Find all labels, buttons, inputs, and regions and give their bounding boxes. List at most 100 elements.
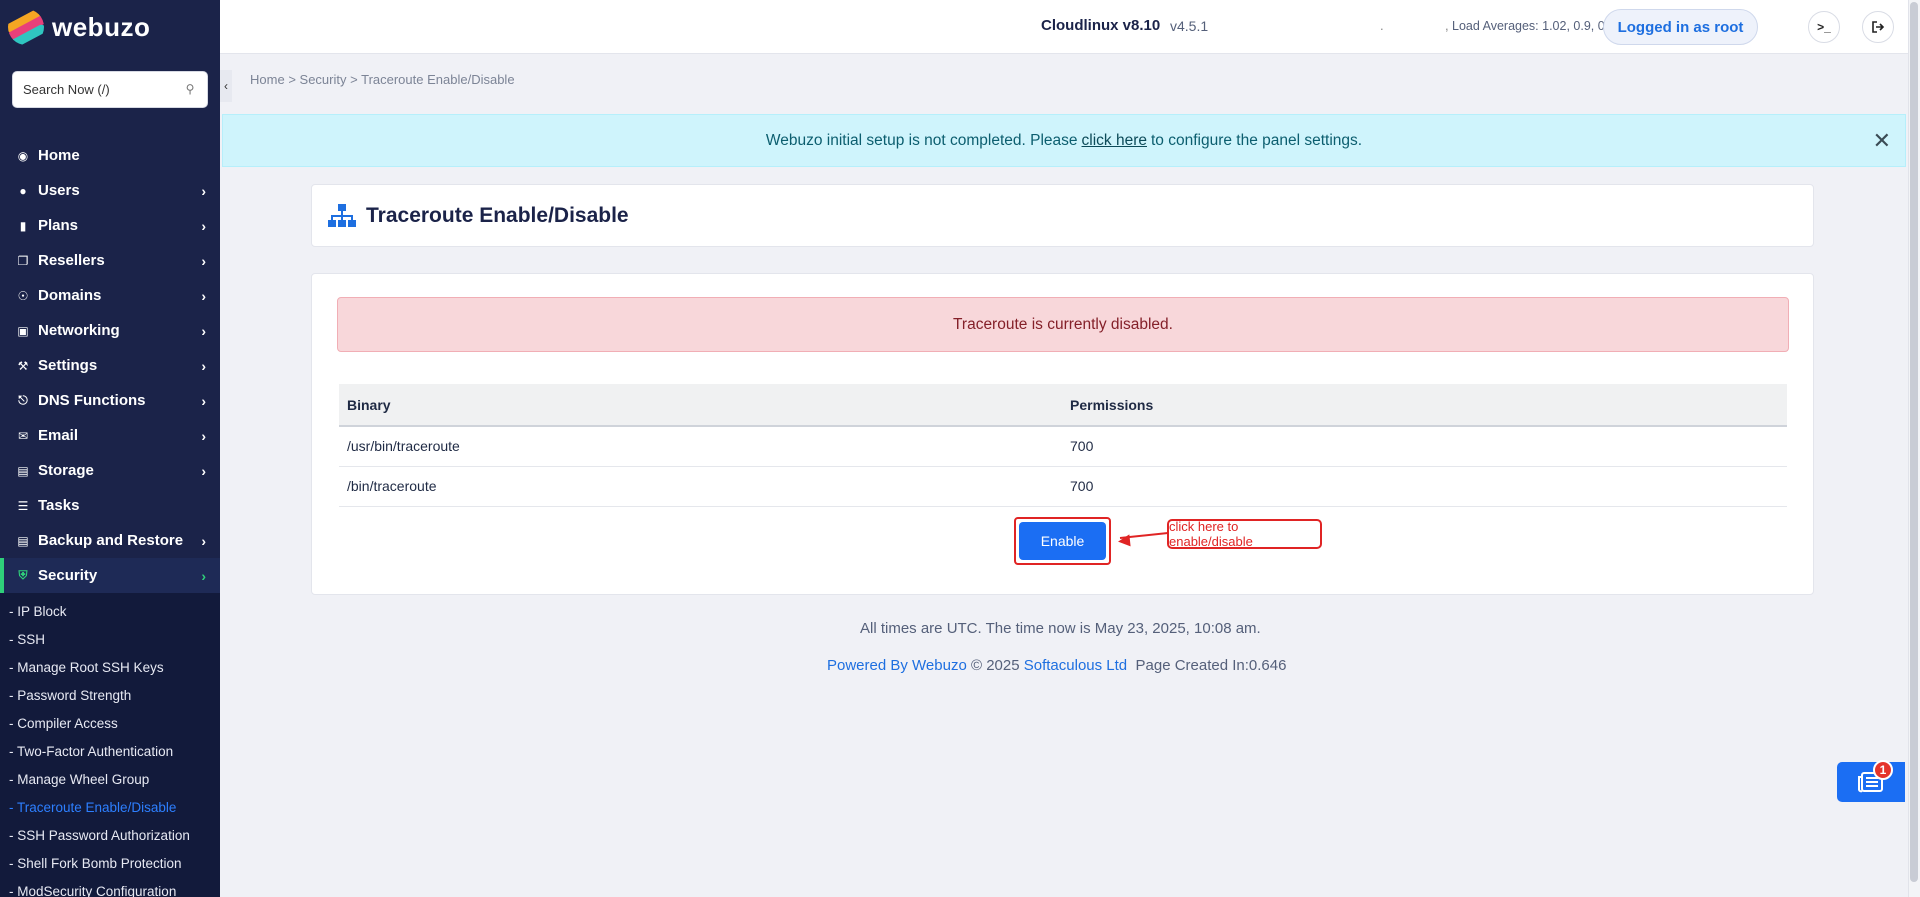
sidebar-item-tasks[interactable]: ☰ Tasks	[0, 488, 220, 523]
sidebar-item-home[interactable]: ◉ Home	[0, 138, 220, 173]
submenu-item-fork-bomb[interactable]: - Shell Fork Bomb Protection	[0, 849, 220, 877]
search-icon[interactable]: ⚲	[183, 82, 197, 98]
submenu-item-password-strength[interactable]: - Password Strength	[0, 681, 220, 709]
chevron-right-icon: ›	[201, 567, 206, 584]
terminal-icon: >_	[1817, 20, 1831, 34]
logged-in-button[interactable]: Logged in as root	[1603, 9, 1758, 45]
topbar: Cloudlinux v8.10 v4.5.1 . , Load Average…	[220, 0, 1920, 54]
sidebar-item-backup-restore[interactable]: ▤ Backup and Restore ›	[0, 523, 220, 558]
chevron-right-icon: ›	[201, 462, 206, 479]
close-icon[interactable]: ✕	[1873, 128, 1891, 154]
sidebar-item-label: Home	[38, 147, 80, 164]
submenu-item-wheel-group[interactable]: - Manage Wheel Group	[0, 765, 220, 793]
sidebar-item-email[interactable]: ✉ Email ›	[0, 418, 220, 453]
submenu-item-traceroute[interactable]: - Traceroute Enable/Disable	[0, 793, 220, 821]
submenu-item-compiler-access[interactable]: - Compiler Access	[0, 709, 220, 737]
scrollbar-thumb[interactable]	[1910, 2, 1918, 882]
breadcrumb-security[interactable]: Security	[300, 72, 347, 87]
sitemap-icon	[328, 203, 356, 227]
copy-icon: ❐	[17, 253, 29, 268]
annotation-label: click here to enable/disable	[1167, 519, 1322, 549]
globe-icon: ☉	[17, 288, 29, 303]
chevron-right-icon: ›	[201, 287, 206, 304]
news-feed-button[interactable]	[1837, 762, 1905, 802]
brand-logo[interactable]: webuzo	[0, 0, 220, 54]
submenu-item-two-factor[interactable]: - Two-Factor Authentication	[0, 737, 220, 765]
breadcrumb-home[interactable]: Home	[250, 72, 285, 87]
status-alert: Traceroute is currently disabled.	[337, 297, 1789, 352]
sidebar-item-plans[interactable]: ▮ Plans ›	[0, 208, 220, 243]
breadcrumb-separator: >	[288, 72, 296, 87]
sidebar-item-label: Security	[38, 567, 98, 584]
page-scrollbar[interactable]	[1908, 0, 1920, 897]
setup-alert-link[interactable]: click here	[1082, 132, 1147, 150]
sidebar-item-label: Users	[38, 182, 80, 199]
sidebar-item-security[interactable]: ⛨ Security ›	[0, 558, 220, 593]
chevron-right-icon: ›	[201, 252, 206, 269]
sidebar-item-label: Domains	[38, 287, 102, 304]
enable-button[interactable]: Enable	[1019, 522, 1106, 560]
submenu-item-modsecurity[interactable]: - ModSecurity Configuration	[0, 877, 220, 897]
sidebar-item-label: Tasks	[38, 497, 80, 514]
traceroute-card: Traceroute is currently disabled. Binary…	[311, 273, 1814, 595]
sidebar-item-label: DNS Functions	[38, 392, 146, 409]
sidebar-item-domains[interactable]: ☉ Domains ›	[0, 278, 220, 313]
envelope-icon: ✉	[17, 428, 29, 443]
load-averages: Load Averages: 1.02, 0.9, 0.82	[1452, 19, 1623, 33]
table-row: /usr/bin/traceroute 700	[339, 426, 1787, 467]
sidebar-nav: ◉ Home ● Users › ▮ Plans › ❐ Resellers ›…	[0, 138, 220, 897]
sidebar-search: ⚲	[0, 54, 220, 126]
sidebar-item-resellers[interactable]: ❐ Resellers ›	[0, 243, 220, 278]
chevron-right-icon: ›	[201, 357, 206, 374]
powered-by-link[interactable]: Powered By Webuzo	[827, 657, 967, 674]
sidebar-item-dns-functions[interactable]: ⎋ DNS Functions ›	[0, 383, 220, 418]
breadcrumb-current: Traceroute Enable/Disable	[361, 72, 515, 87]
sidebar-item-label: Storage	[38, 462, 94, 479]
shield-icon: ⛨	[18, 568, 28, 582]
sidebar-item-users[interactable]: ● Users ›	[0, 173, 220, 208]
submenu-item-root-ssh-keys[interactable]: - Manage Root SSH Keys	[0, 653, 220, 681]
logout-icon	[1872, 21, 1885, 33]
webuzo-logo-icon	[8, 9, 44, 45]
search-box: ⚲	[12, 71, 208, 108]
dashboard-icon: ◉	[17, 148, 29, 163]
chevron-right-icon: ›	[201, 182, 206, 199]
logout-button[interactable]	[1862, 11, 1894, 43]
status-dots: . ,	[1380, 18, 1449, 33]
terminal-button[interactable]: >_	[1808, 11, 1840, 43]
binary-cell: /usr/bin/traceroute	[339, 426, 1062, 467]
submenu-item-ssh-password-auth[interactable]: - SSH Password Authorization	[0, 821, 220, 849]
submenu-item-ssh[interactable]: - SSH	[0, 625, 220, 653]
sidebar: webuzo ⚲ ◉ Home ● Users › ▮ Plans › ❐ Re…	[0, 0, 220, 897]
page-title-card: Traceroute Enable/Disable	[311, 184, 1814, 247]
footer-powered: Powered By Webuzo © 2025 Softaculous Ltd…	[827, 657, 1286, 674]
list-icon: ☰	[17, 498, 29, 513]
hard-drive-icon: ▤	[17, 533, 29, 548]
wrench-icon: ⚒	[17, 358, 29, 373]
hard-drive-icon: ▤	[17, 463, 29, 478]
table-row: /bin/traceroute 700	[339, 466, 1787, 507]
collapse-sidebar-button[interactable]: ‹	[220, 70, 232, 102]
chevron-right-icon: ›	[201, 217, 206, 234]
sidebar-item-networking[interactable]: ▣ Networking ›	[0, 313, 220, 348]
chevron-right-icon: ›	[201, 322, 206, 339]
sidebar-item-settings[interactable]: ⚒ Settings ›	[0, 348, 220, 383]
table-header-row: Binary Permissions	[339, 384, 1787, 427]
brand-name: webuzo	[52, 11, 151, 42]
chevron-right-icon: ›	[201, 392, 206, 409]
security-submenu: - IP Block - SSH - Manage Root SSH Keys …	[0, 593, 220, 897]
copyright: © 2025	[970, 657, 1020, 674]
user-icon: ●	[19, 183, 27, 198]
submenu-item-ip-block[interactable]: - IP Block	[0, 597, 220, 625]
sidebar-item-label: Networking	[38, 322, 120, 339]
sidebar-item-storage[interactable]: ▤ Storage ›	[0, 453, 220, 488]
permissions-cell: 700	[1062, 466, 1787, 507]
sidebar-item-label: Settings	[38, 357, 98, 374]
chevron-right-icon: ›	[201, 427, 206, 444]
setup-alert: Webuzo initial setup is not completed. P…	[222, 114, 1906, 167]
company-link[interactable]: Softaculous Ltd	[1024, 657, 1127, 674]
setup-alert-text: Webuzo initial setup is not completed. P…	[765, 131, 1078, 149]
os-name: Cloudlinux v8.10	[1041, 17, 1161, 34]
permissions-cell: 700	[1062, 426, 1787, 467]
search-input[interactable]	[23, 82, 183, 97]
